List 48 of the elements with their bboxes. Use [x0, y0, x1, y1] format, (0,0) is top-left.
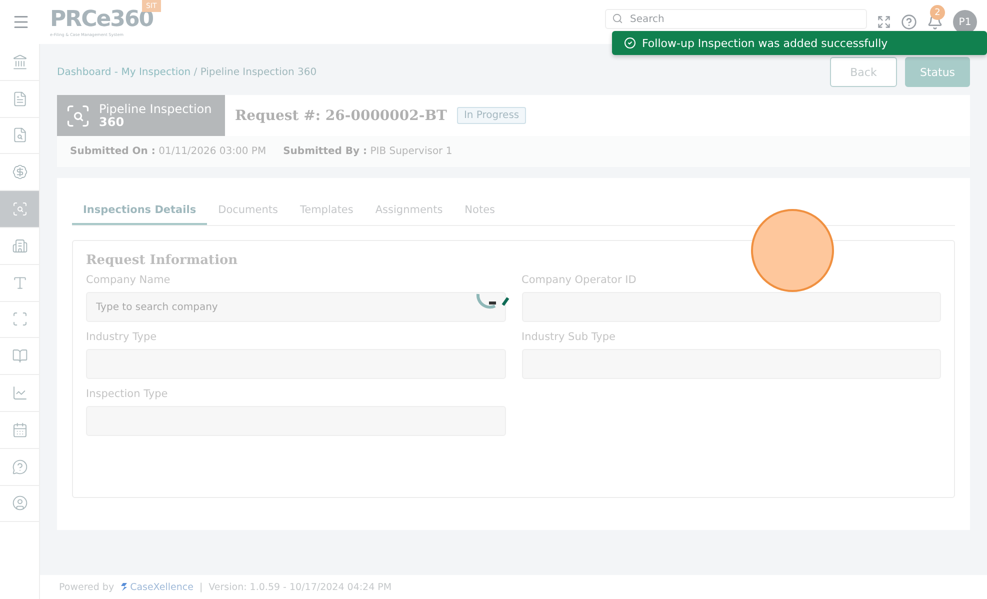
input-field[interactable]: Type to search company — [86, 292, 506, 322]
module-subtitle: 360 — [99, 116, 124, 128]
toast-message: Follow-up Inspection was added successfully — [642, 36, 888, 50]
help-icon[interactable] — [901, 14, 917, 30]
field-label: Industry Type — [86, 331, 158, 343]
search-icon — [612, 13, 623, 24]
scan-icon — [12, 311, 28, 328]
check-icon — [624, 37, 636, 49]
tab[interactable]: Assignments — [364, 196, 454, 225]
field-label: Inspection Type — [86, 388, 169, 400]
back-button[interactable]: Back — [830, 57, 897, 87]
tab[interactable]: Inspections Details — [72, 196, 208, 225]
request-number: Request #: 26-0000002-BT — [235, 108, 447, 124]
field-label: Company Operator ID — [522, 274, 638, 286]
submitted-on: Submitted On : 01/11/2026 03:00 PM — [70, 146, 266, 157]
building-icon — [12, 238, 28, 254]
menu-icon[interactable] — [12, 13, 30, 31]
section-title: Request Information — [86, 253, 239, 268]
status-badge: In Progress — [456, 107, 526, 124]
version-text: Version: 1.0.59 - 10/17/2024 04:24 PM — [208, 582, 392, 592]
module-title: Pipeline Inspection — [99, 102, 212, 116]
status-button[interactable]: Status — [905, 57, 970, 87]
powered-by-text: Powered by — [59, 582, 114, 592]
tab[interactable]: Templates — [288, 196, 364, 225]
tab[interactable]: Notes — [454, 196, 506, 225]
sidebar-item[interactable] — [0, 191, 39, 228]
chart-icon — [12, 385, 28, 402]
document-icon — [12, 90, 28, 107]
input-field[interactable] — [522, 292, 941, 322]
notification-count: 2 — [930, 5, 945, 20]
bank-icon — [12, 54, 28, 70]
file-search-icon — [12, 127, 28, 144]
tab[interactable]: Documents — [207, 196, 289, 225]
user-icon — [12, 495, 28, 512]
field-label: Industry Sub Type — [522, 331, 616, 343]
calendar-icon — [12, 422, 28, 438]
text-icon — [12, 274, 28, 291]
bell-icon[interactable] — [927, 14, 943, 30]
fullscreen-icon[interactable] — [877, 15, 891, 29]
field-label: Company Name — [86, 274, 172, 286]
breadcrumb: Dashboard - My Inspection / Pipeline Inspection 360 — [57, 66, 317, 78]
separator: | — [199, 582, 203, 592]
book-icon — [12, 348, 28, 364]
search-field[interactable]: Search — [605, 9, 867, 29]
question-icon — [12, 458, 28, 475]
submitted-by: Submitted By : PIB Supervisor 1 — [283, 146, 452, 157]
brand-logo-icon — [120, 582, 128, 592]
brand-link[interactable]: CaseXellence — [120, 582, 194, 592]
